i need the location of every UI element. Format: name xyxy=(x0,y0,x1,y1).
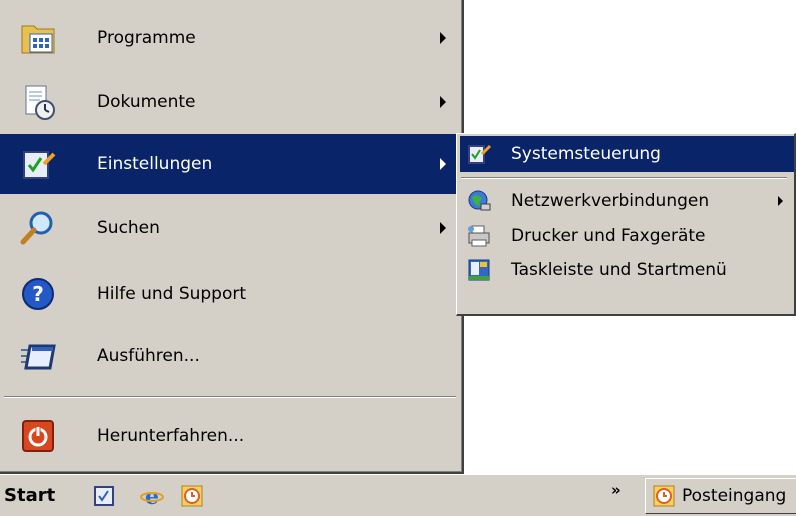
menu-item-label: Ausführen... xyxy=(97,346,200,366)
submenu-item-label: Drucker und Faxgeräte xyxy=(511,226,706,246)
menu-item-label: Einstellungen xyxy=(97,154,213,174)
menu-item-herunterfahren[interactable]: Herunterfahren... xyxy=(0,406,460,466)
menu-item-label: Programme xyxy=(97,28,196,48)
submenu-item-drucker-und-faxgeraete[interactable]: Drucker und Faxgeräte xyxy=(460,218,794,254)
submenu-item-netzwerkverbindungen[interactable]: Netzwerkverbindungen xyxy=(460,183,794,219)
run-icon xyxy=(18,336,58,376)
show-desktop-icon[interactable] xyxy=(92,484,116,508)
taskbar: Start e » Posteingang xyxy=(0,474,796,516)
menu-item-suchen[interactable]: Suchen xyxy=(0,198,460,258)
submenu-arrow-icon xyxy=(440,32,446,44)
submenu-item-label: Systemsteuerung xyxy=(511,144,661,164)
menu-item-ausfuehren[interactable]: Ausführen... xyxy=(0,326,460,386)
menu-item-programme[interactable]: Programme xyxy=(0,8,460,68)
outlook-clock-icon xyxy=(652,484,676,508)
svg-text:e: e xyxy=(145,484,159,508)
settings-submenu: Systemsteuerung Netzwerkverbindungen Dru… xyxy=(456,133,796,316)
menu-separator xyxy=(4,396,456,398)
programs-folder-icon xyxy=(18,18,58,58)
settings-icon xyxy=(18,144,58,184)
taskbar-button-posteingang[interactable]: Posteingang xyxy=(645,478,796,514)
menu-item-einstellungen[interactable]: Einstellungen xyxy=(0,134,460,194)
taskbar-button-label: Posteingang xyxy=(682,486,787,506)
menu-item-label: Suchen xyxy=(97,218,160,238)
start-button[interactable]: Start xyxy=(4,485,55,506)
svg-text:?: ? xyxy=(32,282,44,306)
submenu-item-taskleiste-und-startmenue[interactable]: Taskleiste und Startmenü xyxy=(460,252,794,288)
taskbar-startmenu-icon xyxy=(466,257,492,283)
menu-item-hilfe-und-support[interactable]: ? Hilfe und Support xyxy=(0,264,460,324)
network-connections-icon xyxy=(466,188,492,214)
help-icon: ? xyxy=(18,274,58,314)
submenu-arrow-icon xyxy=(440,96,446,108)
control-panel-icon xyxy=(466,141,492,167)
documents-icon xyxy=(18,82,58,122)
shutdown-icon xyxy=(18,416,58,456)
menu-item-label: Hilfe und Support xyxy=(97,284,247,304)
printer-fax-icon xyxy=(466,223,492,249)
menu-item-label: Herunterfahren... xyxy=(97,426,245,446)
internet-explorer-icon[interactable]: e xyxy=(140,484,164,508)
taskbar-chevron[interactable]: » xyxy=(611,481,621,499)
submenu-item-label: Taskleiste und Startmenü xyxy=(511,260,727,280)
submenu-arrow-icon xyxy=(440,158,446,170)
search-magnifier-icon xyxy=(18,208,58,248)
menu-item-dokumente[interactable]: Dokumente xyxy=(0,72,460,132)
submenu-arrow-icon xyxy=(778,196,783,206)
submenu-item-systemsteuerung[interactable]: Systemsteuerung xyxy=(460,136,794,172)
outlook-clock-icon[interactable] xyxy=(180,484,204,508)
submenu-item-label: Netzwerkverbindungen xyxy=(511,191,710,211)
submenu-separator xyxy=(461,177,787,179)
menu-item-label: Dokumente xyxy=(97,92,196,112)
start-menu: Programme Dokumente Einstellungen Suchen… xyxy=(0,0,464,474)
submenu-arrow-icon xyxy=(440,222,446,234)
